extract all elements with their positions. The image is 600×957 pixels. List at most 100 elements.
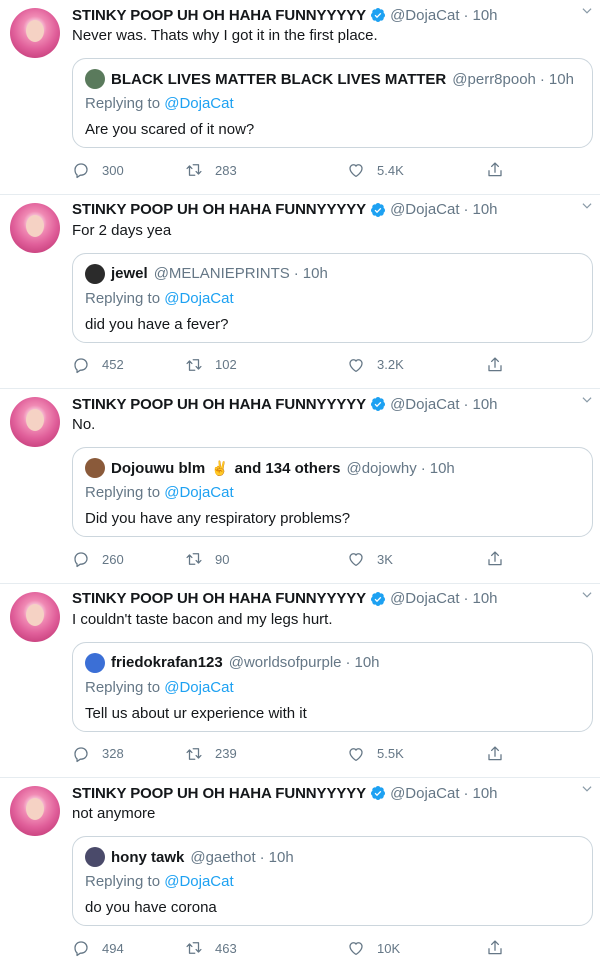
reply-button[interactable]: 494 [72, 939, 124, 957]
reply-count: 452 [102, 357, 124, 373]
replying-to-mention[interactable]: @DojaCat [164, 679, 233, 696]
replying-to-mention[interactable]: @DojaCat [164, 484, 233, 501]
retweet-button[interactable]: 239 [185, 745, 237, 763]
retweet-button[interactable]: 102 [185, 356, 237, 374]
tweet[interactable]: STINKY POOP UH OH HAHA FUNNYYYYY @DojaCa… [0, 778, 600, 957]
reply-button[interactable]: 300 [72, 161, 124, 179]
author-handle[interactable]: @DojaCat [390, 785, 459, 802]
author-handle[interactable]: @DojaCat [390, 7, 459, 24]
author-handle[interactable]: @DojaCat [390, 590, 459, 607]
reply-button[interactable]: 328 [72, 745, 124, 763]
like-button[interactable]: 3K [347, 550, 393, 568]
replying-to-label: Replying to [85, 95, 165, 112]
replying-to-label: Replying to [85, 873, 165, 891]
avatar[interactable] [10, 8, 60, 58]
action-bar: 300 283 5.4K [72, 161, 512, 181]
retweet-button[interactable]: 283 [185, 161, 237, 179]
author-name[interactable]: STINKY POOP UH OH HAHA FUNNYYYYY [72, 785, 366, 802]
replying-to-mention[interactable]: @DojaCat [164, 95, 233, 112]
quoted-timestamp[interactable]: 10h [355, 654, 380, 671]
replying-to: Replying to @DojaCat [85, 873, 234, 890]
avatar[interactable] [10, 397, 60, 448]
share-button[interactable] [486, 161, 504, 179]
separator-dot: · [463, 395, 469, 413]
share-icon [488, 551, 502, 566]
tweet[interactable]: STINKY POOP UH OH HAHA FUNNYYYYY @DojaCa… [0, 195, 600, 390]
quoted-timestamp[interactable]: 10h [269, 849, 294, 866]
replying-to-mention[interactable]: @DojaCat [164, 873, 233, 890]
share-button[interactable] [486, 356, 504, 374]
share-button[interactable] [486, 745, 504, 763]
chevron-down-icon[interactable] [580, 782, 594, 796]
quoted-avatar[interactable] [85, 69, 105, 89]
quoted-author-name[interactable]: Dojouwu blm [111, 460, 205, 477]
author-handle[interactable]: @DojaCat [390, 201, 459, 218]
like-button[interactable]: 10K [347, 939, 400, 957]
quoted-author-handle[interactable]: @dojowhy [346, 460, 416, 477]
replying-to: Replying to @DojaCat [85, 484, 234, 501]
replying-to-label: Replying to [85, 289, 165, 307]
retweet-icon [186, 942, 202, 955]
quoted-avatar[interactable] [85, 652, 105, 673]
like-button[interactable]: 5.5K [347, 745, 404, 763]
quoted-author-handle[interactable]: @MELANIEPRINTS [154, 265, 290, 282]
quoted-author-handle[interactable]: @perr8pooh [452, 71, 536, 88]
avatar[interactable] [10, 786, 60, 837]
author-name[interactable]: STINKY POOP UH OH HAHA FUNNYYYYY [72, 590, 366, 607]
chevron-down-icon[interactable] [580, 4, 594, 18]
reply-button[interactable]: 260 [72, 550, 124, 568]
quoted-tweet[interactable]: friedokrafan123 @worldsofpurple · 10h Re… [72, 641, 593, 732]
quoted-author-name[interactable]: hony tawk [111, 849, 184, 866]
timestamp[interactable]: 10h [473, 396, 498, 413]
retweet-button[interactable]: 463 [185, 939, 237, 957]
quoted-author-name[interactable]: jewel [111, 265, 148, 282]
share-icon [488, 162, 502, 177]
replying-to-mention[interactable]: @DojaCat [164, 290, 233, 307]
retweet-icon [186, 358, 202, 371]
quoted-avatar[interactable] [85, 458, 105, 479]
like-count: 5.4K [377, 162, 404, 178]
tweet-header: STINKY POOP UH OH HAHA FUNNYYYYY @DojaCa… [72, 588, 586, 610]
author-name[interactable]: STINKY POOP UH OH HAHA FUNNYYYYY [72, 201, 366, 218]
quoted-author-handle[interactable]: @worldsofpurple [229, 654, 342, 671]
author-handle[interactable]: @DojaCat [390, 396, 459, 413]
quoted-author-name[interactable]: BLACK LIVES MATTER BLACK LIVES MATTER [111, 71, 446, 88]
timestamp[interactable]: 10h [473, 590, 498, 607]
quoted-tweet[interactable]: hony tawk @gaethot · 10h Replying to @Do… [72, 836, 593, 927]
timestamp[interactable]: 10h [473, 201, 498, 218]
quoted-timestamp[interactable]: 10h [549, 71, 574, 88]
avatar[interactable] [10, 202, 60, 253]
quoted-author-handle[interactable]: @gaethot [190, 849, 255, 866]
chevron-down-icon[interactable] [580, 588, 594, 602]
quoted-avatar[interactable] [85, 847, 105, 868]
separator-dot: · [463, 590, 469, 608]
avatar[interactable] [10, 591, 60, 642]
quoted-tweet[interactable]: Dojouwu blm ✌ and 134 others @dojowhy · … [72, 447, 593, 538]
author-name[interactable]: STINKY POOP UH OH HAHA FUNNYYYYY [72, 7, 366, 24]
tweet-text: For 2 days yea [72, 221, 172, 239]
reply-icon [74, 357, 88, 373]
chevron-down-icon[interactable] [580, 199, 594, 213]
share-button[interactable] [486, 550, 504, 568]
timestamp[interactable]: 10h [473, 7, 498, 24]
quoted-tweet-header: friedokrafan123 @worldsofpurple · 10h [85, 652, 380, 673]
author-name[interactable]: STINKY POOP UH OH HAHA FUNNYYYYY [72, 396, 366, 413]
quoted-tweet-header: Dojouwu blm ✌ and 134 others @dojowhy · … [85, 458, 455, 479]
tweet[interactable]: STINKY POOP UH OH HAHA FUNNYYYYY @DojaCa… [0, 389, 600, 584]
reply-button[interactable]: 452 [72, 356, 124, 374]
quoted-timestamp[interactable]: 10h [303, 265, 328, 282]
tweet[interactable]: STINKY POOP UH OH HAHA FUNNYYYYY @DojaCa… [0, 0, 600, 195]
like-button[interactable]: 5.4K [347, 161, 404, 179]
quoted-avatar[interactable] [85, 263, 105, 284]
like-button[interactable]: 3.2K [347, 356, 404, 374]
retweet-button[interactable]: 90 [185, 550, 229, 568]
quoted-author-name[interactable]: friedokrafan123 [111, 654, 223, 671]
separator-dot: · [293, 265, 299, 283]
quoted-tweet[interactable]: BLACK LIVES MATTER BLACK LIVES MATTER @p… [72, 58, 593, 148]
timestamp[interactable]: 10h [473, 785, 498, 802]
chevron-down-icon[interactable] [580, 393, 594, 407]
share-button[interactable] [486, 939, 504, 957]
tweet[interactable]: STINKY POOP UH OH HAHA FUNNYYYYY @DojaCa… [0, 584, 600, 779]
quoted-timestamp[interactable]: 10h [430, 460, 455, 477]
quoted-tweet[interactable]: jewel @MELANIEPRINTS · 10h Replying to @… [72, 252, 593, 343]
